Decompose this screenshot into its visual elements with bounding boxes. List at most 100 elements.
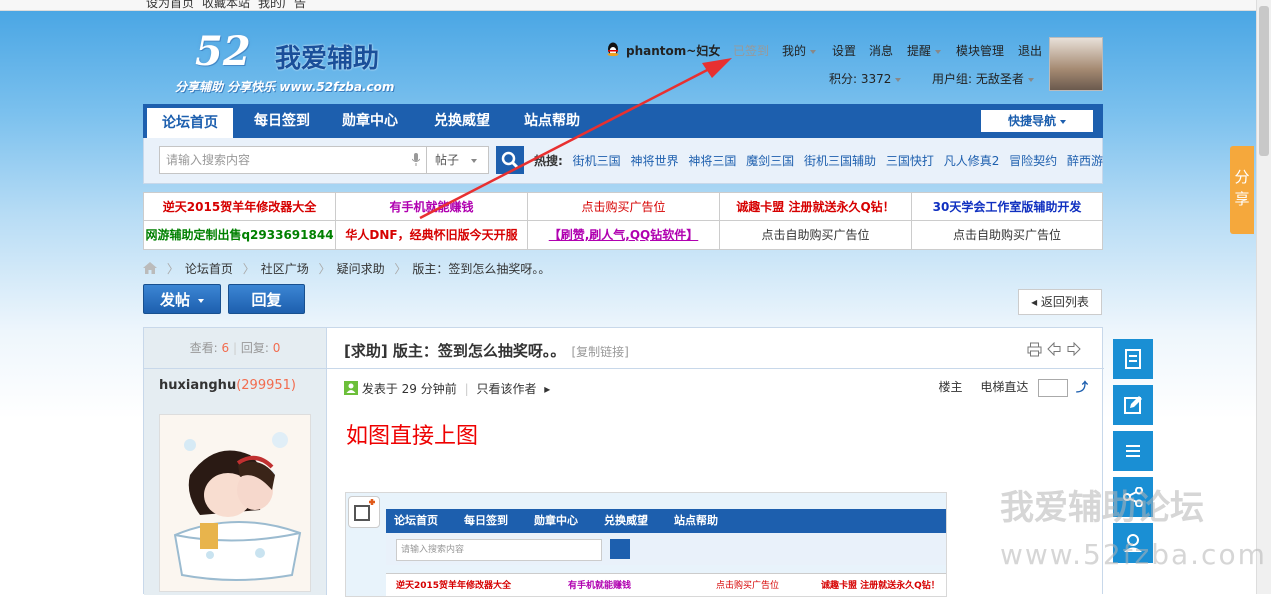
copy-link-button[interactable]: [复制链接]	[571, 345, 628, 359]
breadcrumb-item[interactable]: 社区广场	[261, 262, 309, 276]
settings-link[interactable]: 设置	[832, 42, 856, 59]
hot-link[interactable]: 神将三国	[688, 154, 736, 168]
quick-reply-button[interactable]	[1113, 385, 1153, 425]
watermark-url: www.52fzba.com	[1000, 538, 1267, 571]
ad-link[interactable]: 逆天2015贺羊年修改器大全	[144, 193, 336, 221]
chevron-down-icon	[1060, 119, 1066, 124]
next-thread-icon[interactable]	[1067, 341, 1081, 359]
user-avatar[interactable]	[1049, 37, 1103, 91]
author-sidebar: 查看: 6 | 回复: 0 huxianghu(299951)	[144, 328, 327, 595]
username-link[interactable]: phantom~妇女	[626, 42, 720, 59]
embedded-tab: 兑换威望	[604, 514, 648, 527]
top-links-bar: 设为首页 收藏本站 我的广告	[0, 0, 1256, 11]
my-menu[interactable]: 我的	[782, 42, 817, 59]
post-list-button[interactable]	[1113, 339, 1153, 379]
hot-link[interactable]: 冒险契约	[1009, 154, 1057, 168]
hot-link[interactable]: 凡人修真2	[944, 154, 1000, 168]
share-side-tab[interactable]: 分享	[1230, 146, 1254, 234]
embedded-search-button	[610, 539, 630, 559]
ad-link[interactable]: 诚趣卡盟 注册就送永久Q钻！	[720, 193, 912, 221]
embedded-tab: 勋章中心	[534, 514, 578, 527]
usergroup-label: 用户组: 无敌圣者	[932, 72, 1024, 86]
hot-link[interactable]: 街机三国辅助	[804, 154, 876, 168]
search-type-select[interactable]: 帖子	[427, 146, 489, 174]
tab-daily-checkin[interactable]: 每日签到	[239, 104, 325, 138]
site-logo[interactable]: 52 我爱辅助 分享辅助 分享快乐 www.52fzba.com	[170, 28, 430, 98]
bookmark-link[interactable]: 收藏本站	[202, 0, 250, 10]
chevron-down-icon	[895, 77, 902, 82]
print-icon[interactable]	[1027, 342, 1042, 360]
checkin-status[interactable]: 已签到	[733, 42, 769, 59]
author-name[interactable]: huxianghu(299951)	[159, 378, 296, 393]
post-body-text: 如图直接上图	[346, 424, 479, 449]
back-to-list-button[interactable]: ◂ 返回列表	[1018, 289, 1102, 315]
breadcrumb-item[interactable]: 版主：签到怎么抽奖呀。。	[412, 262, 550, 276]
jump-go-icon[interactable]: ⤴	[1076, 380, 1088, 394]
expand-image-icon[interactable]	[348, 496, 380, 528]
list-icon	[1126, 445, 1140, 457]
embedded-ad: 点击购买广告位	[716, 581, 780, 591]
breadcrumb: 〉论坛首页 〉社区广场 〉疑问求助 〉版主：签到怎么抽奖呀。。	[143, 260, 550, 277]
post-embedded-screenshot: 论坛首页 每日签到 勋章中心 兑换威望 站点帮助 请输入搜索内容 逆天2015贺…	[345, 492, 947, 597]
hot-link[interactable]: 街机三国	[573, 154, 621, 168]
watermark-title: 我爱辅助论坛	[1000, 488, 1204, 528]
my-ads-link[interactable]: 我的广告	[258, 0, 306, 10]
ad-link[interactable]: 点击自助购买广告位	[912, 221, 1102, 249]
post-meta: 发表于 29 分钟前 | 只看该作者 ▸	[344, 380, 550, 397]
jump-floor-input[interactable]	[1038, 378, 1069, 397]
quick-nav-button[interactable]: 快捷导航	[981, 110, 1093, 132]
ad-link[interactable]: 网游辅助定制出售q2933691844	[144, 221, 336, 249]
anime-avatar-illustration	[160, 415, 310, 591]
hot-link[interactable]: 醉西游	[1067, 154, 1103, 168]
points-menu[interactable]: 积分: 3372	[829, 70, 902, 87]
set-homepage-link[interactable]: 设为首页	[146, 0, 194, 10]
chevron-right-icon: ▸	[544, 382, 551, 396]
tab-exchange[interactable]: 兑换威望	[417, 104, 507, 138]
hot-label: 热搜:	[534, 154, 563, 168]
reminders-menu[interactable]: 提醒	[907, 42, 942, 59]
usergroup-menu[interactable]: 用户组: 无敌圣者	[932, 70, 1034, 87]
embedded-tab: 站点帮助	[674, 514, 718, 527]
quick-nav-label: 快捷导航	[1007, 114, 1056, 128]
online-user-icon	[344, 381, 358, 395]
thread-title-text: [求助] 版主：签到怎么抽奖呀。。	[344, 342, 566, 360]
new-post-button[interactable]: 发帖	[143, 284, 221, 314]
previous-thread-icon[interactable]	[1047, 341, 1061, 359]
ad-link[interactable]: 30天学会工作室版辅助开发	[912, 193, 1102, 221]
hot-link[interactable]: 三国快打	[886, 154, 934, 168]
menu-button[interactable]	[1113, 431, 1153, 471]
chevron-down-icon	[935, 49, 942, 54]
messages-link[interactable]: 消息	[869, 42, 893, 59]
page-scrollbar[interactable]	[1256, 0, 1271, 594]
only-author-link[interactable]: 只看该作者	[476, 382, 536, 396]
hot-searches: 热搜: 街机三国 神将世界 神将三国 魔剑三国 街机三国辅助 三国快打 凡人修真…	[534, 152, 1103, 169]
thread-title: [求助] 版主：签到怎么抽奖呀。。 [复制链接]	[344, 340, 629, 361]
microphone-icon[interactable]	[411, 153, 421, 170]
ad-link[interactable]: 华人DNF，经典怀旧版今天开服	[336, 221, 528, 249]
breadcrumb-item[interactable]: 疑问求助	[337, 262, 385, 276]
post-time: 发表于 29 分钟前	[361, 382, 457, 396]
modules-link[interactable]: 模块管理	[956, 42, 1004, 59]
hot-link[interactable]: 魔剑三国	[746, 154, 794, 168]
ad-link[interactable]: 【刷赞,刷人气,QQ钻软件】	[528, 221, 720, 249]
search-button[interactable]	[496, 146, 524, 174]
breadcrumb-item[interactable]: 论坛首页	[185, 262, 233, 276]
ad-link[interactable]: 点击购买广告位	[528, 193, 720, 221]
embedded-ad: 有手机就能赚钱	[568, 581, 632, 591]
reply-button[interactable]: 回复	[228, 284, 305, 314]
my-menu-label: 我的	[782, 44, 807, 58]
ad-link[interactable]: 有手机就能赚钱	[336, 193, 528, 221]
tab-medal-center[interactable]: 勋章中心	[327, 104, 413, 138]
scrollbar-thumb[interactable]	[1259, 6, 1269, 156]
tab-help[interactable]: 站点帮助	[509, 104, 595, 138]
embedded-nav: 论坛首页 每日签到 勋章中心 兑换威望 站点帮助	[386, 509, 946, 533]
chevron-down-icon	[198, 298, 204, 303]
ad-link[interactable]: 点击自助购买广告位	[720, 221, 912, 249]
author-avatar[interactable]	[159, 414, 311, 592]
logout-link[interactable]: 退出	[1018, 42, 1042, 59]
logo-tagline: 分享辅助 分享快乐 www.52fzba.com	[175, 80, 395, 94]
hot-link[interactable]: 神将世界	[630, 154, 678, 168]
home-icon[interactable]	[143, 262, 157, 274]
tab-forum-home[interactable]: 论坛首页	[147, 108, 233, 138]
search-input[interactable]: 请输入搜索内容	[159, 146, 427, 174]
